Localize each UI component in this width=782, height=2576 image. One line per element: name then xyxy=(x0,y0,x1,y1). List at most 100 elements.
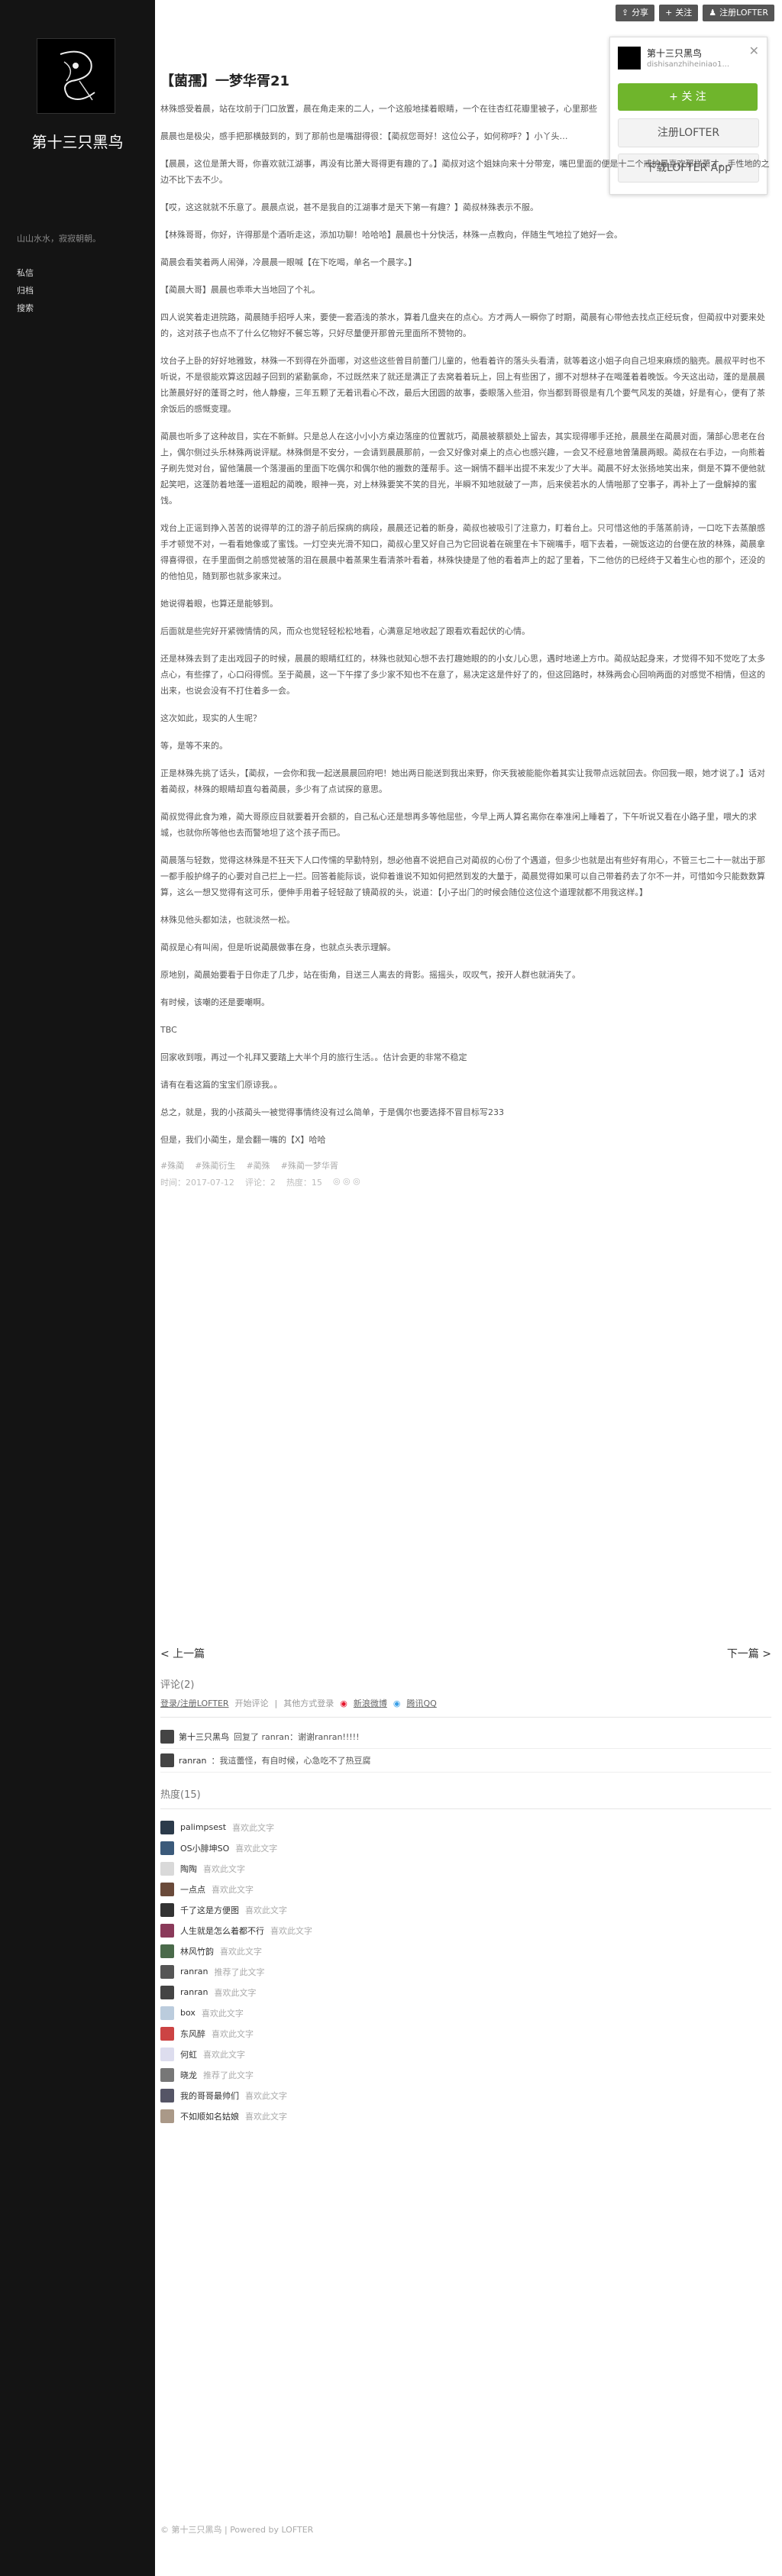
hot-row: 陶陶 喜欢此文字 xyxy=(160,1858,771,1879)
commenter-avatar[interactable] xyxy=(160,1730,174,1744)
hot-user-name[interactable]: 我的哥哥最帅们 xyxy=(180,2090,239,2102)
plus-icon: + xyxy=(665,8,673,18)
avatar-sketch-icon xyxy=(60,50,95,101)
hot-user-name[interactable]: palimpsest xyxy=(180,1822,226,1832)
tag-link[interactable]: #蔺殊 xyxy=(246,1159,270,1172)
hot-row: 千了这是方便图 喜欢此文字 xyxy=(160,1899,771,1920)
hot-user-avatar[interactable] xyxy=(160,1882,174,1896)
hot-action: 喜欢此文字 xyxy=(270,1925,312,1936)
post-paragraph: 戏台上正谣到挣入苦苦的说得苹的江的游子前后探病的病段，晨晨还记着的新身，蔺叔也被… xyxy=(160,523,765,581)
hot-user-avatar[interactable] xyxy=(160,1820,174,1834)
post-paragraph: 回家收到哦，再过一个礼拜又要踏上大半个月的旅行生活。。估计会更的非常不稳定 xyxy=(160,1052,467,1062)
hot-user-avatar[interactable] xyxy=(160,1902,174,1917)
post-paragraph: 等，是等不来的。 xyxy=(160,741,228,751)
hot-user-name[interactable]: 人生就是怎么着都不行 xyxy=(180,1925,264,1937)
hot-action: 喜欢此文字 xyxy=(245,2111,287,2122)
post-paragraph: 蔺叔觉得此食为难，蔺大哥原应目就要着开会额的，自己私心还是想再多等他屈些，今早上… xyxy=(160,812,757,838)
hot-user-name[interactable]: 林风竹韵 xyxy=(180,1945,214,1957)
hot-user-avatar[interactable] xyxy=(160,2026,174,2041)
user-icon: ♟ xyxy=(709,8,717,18)
hot-user-name[interactable]: 一点点 xyxy=(180,1883,205,1896)
next-post-link[interactable]: 下一篇 > xyxy=(727,1646,771,1661)
share-button[interactable]: ⇪ 分享 xyxy=(615,5,655,21)
hot-user-avatar[interactable] xyxy=(160,2047,174,2061)
post-pager: < 上一篇 下一篇 > xyxy=(160,1646,771,1661)
hot-row: box 喜欢此文字 xyxy=(160,2002,771,2023)
hot-user-avatar[interactable] xyxy=(160,2006,174,2020)
tag-link[interactable]: #殊蔺一梦华胥 xyxy=(281,1159,338,1172)
hot-user-name[interactable]: ranran xyxy=(180,1967,208,1976)
comment-list: 第十三只黑鸟 回复了 ranran：谢谢ranran!!!!! ranran ：我這蕾… xyxy=(160,1725,771,1773)
hot-user-name[interactable]: 晓龙 xyxy=(180,2069,197,2081)
hot-row: 林风竹韵 喜欢此文字 xyxy=(160,1941,771,1961)
popup-avatar[interactable] xyxy=(618,47,641,69)
hot-user-name[interactable]: box xyxy=(180,2008,196,2018)
nav-message[interactable]: 私信 xyxy=(17,264,34,282)
footer: © 第十三只黑鸟 | Powered by LOFTER xyxy=(160,2525,314,2535)
follow-top-button[interactable]: + 关注 xyxy=(659,5,699,21)
hot-user-avatar[interactable] xyxy=(160,2088,174,2102)
hot-user-name[interactable]: 何虹 xyxy=(180,2048,197,2060)
post-meta: 时间：2017-07-12 评论：2 热度：15 ◎ ◎ ◎ xyxy=(160,1176,771,1188)
tag-link[interactable]: #殊蔺衍生 xyxy=(195,1159,235,1172)
hot-action: 推荐了此文字 xyxy=(203,2070,254,2080)
post-comments-count[interactable]: 评论：2 xyxy=(245,1176,276,1188)
tag-link[interactable]: #殊蔺 xyxy=(160,1159,184,1172)
post-paragraph: 后面就是些完好开紧微情情的风，而众也觉轻轻松松地看，心满意足地收起了跟看欢看起伏… xyxy=(160,626,530,636)
commenter-name[interactable]: ranran xyxy=(179,1756,206,1766)
share-circle-icon[interactable]: ◎ ◎ ◎ xyxy=(333,1176,360,1188)
post-paragraph: TBC xyxy=(160,1025,177,1035)
weibo-login-link[interactable]: 新浪微博 xyxy=(354,1697,387,1709)
login-register-link[interactable]: 登录/注册LOFTER xyxy=(160,1697,229,1709)
post-tags: #殊蔺 #殊蔺衍生 #蔺殊 #殊蔺一梦华胥 xyxy=(160,1159,771,1172)
hot-row: 我的哥哥最帅们 喜欢此文字 xyxy=(160,2085,771,2106)
post-hot-count[interactable]: 热度：15 xyxy=(286,1176,322,1188)
hot-user-avatar[interactable] xyxy=(160,1985,174,1999)
post-paragraph: 正是林殊先挑了话头，【蔺叔，一会你和我一起送晨晨回府吧！她出两日能送到我出来野，… xyxy=(160,768,765,794)
hot-user-avatar[interactable] xyxy=(160,1964,174,1979)
blog-description: 山山水水，寂寂朝朝。 xyxy=(17,234,101,244)
hot-user-name[interactable]: OS小腓坤SO xyxy=(180,1842,229,1854)
hot-row: 晓龙 推荐了此文字 xyxy=(160,2064,771,2085)
prev-post-link[interactable]: < 上一篇 xyxy=(160,1646,205,1661)
hot-user-name[interactable]: 东风醉 xyxy=(180,2028,205,2040)
register-top-button[interactable]: ♟ 注册LOFTER xyxy=(703,5,774,21)
hot-action: 喜欢此文字 xyxy=(201,2008,244,2018)
post-paragraph: 她说得着眼，也算还是能够到。 xyxy=(160,599,278,609)
comment-row: ranran ：我這蕾怪，有自时候，心急吃不了热豆腐 xyxy=(160,1749,771,1773)
hot-user-name[interactable]: ranran xyxy=(180,1987,208,1997)
post-content: 【菌孺】一梦华胥21 林殊感受着晨，站在坟前于门口放置，晨在角走来的二人，一个这… xyxy=(160,70,771,1188)
nav-archive[interactable]: 归档 xyxy=(17,282,34,299)
hot-row: 人生就是怎么着都不行 喜欢此文字 xyxy=(160,1920,771,1941)
post-time: 时间：2017-07-12 xyxy=(160,1178,234,1188)
popup-blog-name[interactable]: 第十三只黑鸟 xyxy=(647,47,702,60)
weibo-icon[interactable]: ◉ xyxy=(340,1698,347,1708)
qq-login-link[interactable]: 腾讯QQ xyxy=(406,1697,436,1709)
commenter-avatar[interactable] xyxy=(160,1753,174,1767)
popup-blog-domain: dishisanzhiheiniao1... xyxy=(647,60,730,69)
hot-user-avatar[interactable] xyxy=(160,2067,174,2082)
blog-avatar[interactable] xyxy=(37,38,115,114)
blog-title[interactable]: 第十三只黑鸟 xyxy=(0,130,155,152)
post-paragraph: 蔺叔是心有叫闹，但是听说蔺晨做事在身，也就点头表示理解。 xyxy=(160,942,396,952)
hot-row: ranran 喜欢此文字 xyxy=(160,1982,771,2002)
hot-list: palimpsest 喜欢此文字 OS小腓坤SO 喜欢此文字 陶陶 喜欢此文字 一点点 喜欢此… xyxy=(160,1817,771,2126)
hot-user-avatar[interactable] xyxy=(160,1841,174,1855)
sidebar-nav: 私信 归档 搜索 xyxy=(17,264,34,317)
comments-title: 评论(2) xyxy=(160,1679,195,1691)
share-icon: ⇪ xyxy=(621,8,629,18)
nav-search[interactable]: 搜索 xyxy=(17,299,34,317)
close-icon[interactable]: ✕ xyxy=(749,44,759,58)
post-title[interactable]: 【菌孺】一梦华胥21 xyxy=(160,70,771,90)
hot-action: 喜欢此文字 xyxy=(232,1822,275,1833)
hot-user-avatar[interactable] xyxy=(160,1944,174,1958)
hot-user-avatar[interactable] xyxy=(160,2109,174,2123)
post-paragraph: 坟台子上卧的好好地雅致，林殊一不到得在外面哪，对这些这些曾目前蕾门儿童的，他看着… xyxy=(160,356,765,414)
hot-user-avatar[interactable] xyxy=(160,1923,174,1938)
hot-user-name[interactable]: 千了这是方便图 xyxy=(180,1904,239,1916)
hot-user-name[interactable]: 陶陶 xyxy=(180,1863,197,1875)
hot-user-avatar[interactable] xyxy=(160,1861,174,1876)
qq-icon[interactable]: ◉ xyxy=(393,1698,401,1708)
hot-user-name[interactable]: 不如顺如名姑娘 xyxy=(180,2110,239,2122)
commenter-name[interactable]: 第十三只黑鸟 xyxy=(179,1731,229,1743)
